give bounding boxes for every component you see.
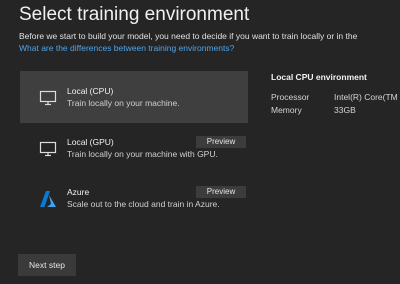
preview-badge: Preview	[196, 186, 246, 198]
option-local-cpu[interactable]: Local (CPU) Train locally on your machin…	[20, 71, 248, 123]
option-title: Azure	[67, 187, 90, 197]
page-description: Before we start to build your model, you…	[19, 31, 358, 41]
option-azure[interactable]: Azure Scale out to the cloud and train i…	[20, 181, 248, 233]
training-environment-page: Select training environment Before we st…	[0, 0, 400, 284]
option-subtitle: Train locally on your machine with GPU.	[67, 149, 218, 159]
option-title: Local (GPU)	[67, 137, 114, 147]
details-heading: Local CPU environment	[271, 72, 367, 82]
option-subtitle: Train locally on your machine.	[67, 98, 180, 108]
azure-icon	[39, 190, 57, 208]
page-title: Select training environment	[19, 4, 250, 25]
processor-value: Intel(R) Core(TM	[334, 92, 398, 102]
option-local-gpu[interactable]: Local (GPU) Train locally on your machin…	[20, 131, 248, 183]
monitor-icon	[39, 89, 57, 107]
next-step-button[interactable]: Next step	[18, 254, 76, 276]
option-subtitle: Scale out to the cloud and train in Azur…	[67, 199, 220, 209]
memory-label: Memory	[271, 105, 302, 115]
differences-link[interactable]: What are the differences between trainin…	[19, 43, 234, 53]
processor-label: Processor	[271, 92, 310, 102]
preview-badge: Preview	[196, 136, 246, 148]
memory-value: 33GB	[334, 105, 356, 115]
monitor-icon	[39, 140, 57, 158]
option-title: Local (CPU)	[67, 86, 114, 96]
